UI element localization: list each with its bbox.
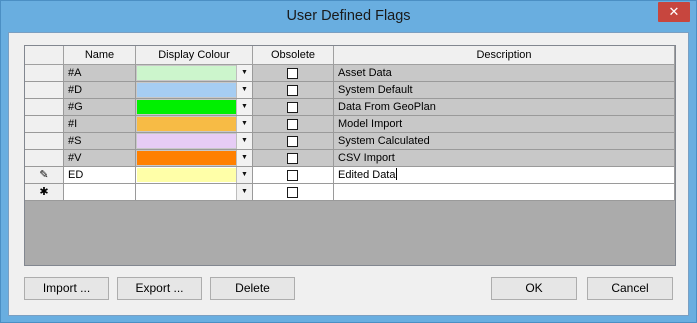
row-header-corner xyxy=(25,46,64,65)
table-row: ✎ ED ▼ Edited Data xyxy=(25,167,675,184)
obsolete-checkbox[interactable] xyxy=(287,187,298,198)
description-text: Asset Data xyxy=(338,67,392,79)
obsolete-cell xyxy=(253,116,334,133)
pencil-icon: ✎ xyxy=(39,169,49,181)
table-row: #A ▼ Asset Data xyxy=(25,65,675,82)
obsolete-checkbox[interactable] xyxy=(287,119,298,130)
description-cell[interactable]: Data From GeoPlan xyxy=(334,99,675,116)
dropdown-arrow-icon[interactable]: ▼ xyxy=(236,99,252,115)
dialog-body: Name Display Colour Obsolete Description… xyxy=(8,32,689,316)
description-text: Edited Data xyxy=(338,169,396,181)
description-text: System Default xyxy=(338,84,413,96)
row-selector[interactable] xyxy=(25,65,64,82)
display-colour-cell[interactable]: ▼ xyxy=(136,116,253,133)
display-colour-cell[interactable]: ▼ xyxy=(136,150,253,167)
close-icon: ✕ xyxy=(668,4,680,19)
window-title: User Defined Flags xyxy=(286,8,411,24)
description-text: System Calculated xyxy=(338,135,430,147)
description-cell[interactable] xyxy=(334,184,675,201)
flags-grid[interactable]: Name Display Colour Obsolete Description… xyxy=(24,45,676,266)
dropdown-arrow-icon[interactable]: ▼ xyxy=(236,133,252,149)
ok-button[interactable]: OK xyxy=(491,277,577,300)
colour-swatch xyxy=(137,117,236,131)
table-row: #G ▼ Data From GeoPlan xyxy=(25,99,675,116)
obsolete-checkbox[interactable] xyxy=(287,153,298,164)
description-cell[interactable]: System Default xyxy=(334,82,675,99)
column-header-name[interactable]: Name xyxy=(64,46,136,65)
description-text: Data From GeoPlan xyxy=(338,101,436,113)
dropdown-arrow-icon[interactable]: ▼ xyxy=(236,82,252,98)
colour-swatch xyxy=(137,100,236,114)
dropdown-arrow-icon[interactable]: ▼ xyxy=(236,65,252,81)
obsolete-cell xyxy=(253,133,334,150)
name-cell[interactable] xyxy=(64,184,136,201)
obsolete-checkbox[interactable] xyxy=(287,170,298,181)
obsolete-cell xyxy=(253,167,334,184)
name-cell[interactable]: #I xyxy=(64,116,136,133)
name-cell[interactable]: ED xyxy=(64,167,136,184)
delete-button[interactable]: Delete xyxy=(210,277,295,300)
colour-swatch xyxy=(137,134,236,148)
display-colour-cell[interactable]: ▼ xyxy=(136,99,253,116)
table-row: #I ▼ Model Import xyxy=(25,116,675,133)
obsolete-checkbox[interactable] xyxy=(287,85,298,96)
description-cell[interactable]: Asset Data xyxy=(334,65,675,82)
name-cell[interactable]: #V xyxy=(64,150,136,167)
obsolete-cell xyxy=(253,82,334,99)
column-header-description[interactable]: Description xyxy=(334,46,675,65)
row-selector[interactable] xyxy=(25,150,64,167)
obsolete-checkbox[interactable] xyxy=(287,68,298,79)
obsolete-cell xyxy=(253,184,334,201)
export-button[interactable]: Export ... xyxy=(117,277,202,300)
name-cell[interactable]: #S xyxy=(64,133,136,150)
obsolete-cell xyxy=(253,99,334,116)
display-colour-cell[interactable]: ▼ xyxy=(136,167,253,184)
table-row: #D ▼ System Default xyxy=(25,82,675,99)
display-colour-cell[interactable]: ▼ xyxy=(136,65,253,82)
obsolete-cell xyxy=(253,65,334,82)
title-bar: User Defined Flags xyxy=(1,1,696,32)
cancel-button[interactable]: Cancel xyxy=(587,277,673,300)
display-colour-cell[interactable]: ▼ xyxy=(136,82,253,99)
dropdown-arrow-icon[interactable]: ▼ xyxy=(236,184,252,200)
obsolete-cell xyxy=(253,150,334,167)
name-cell[interactable]: #A xyxy=(64,65,136,82)
row-selector[interactable] xyxy=(25,133,64,150)
dropdown-arrow-icon[interactable]: ▼ xyxy=(236,116,252,132)
row-selector[interactable] xyxy=(25,116,64,133)
colour-swatch xyxy=(137,168,236,182)
table-row: ✱ ▼ xyxy=(25,184,675,201)
colour-swatch xyxy=(137,66,236,80)
display-colour-cell[interactable]: ▼ xyxy=(136,184,253,201)
import-button[interactable]: Import ... xyxy=(24,277,109,300)
dialog-window: User Defined Flags ✕ Name Display Colour… xyxy=(0,0,697,323)
description-cell[interactable]: CSV Import xyxy=(334,150,675,167)
colour-swatch xyxy=(137,83,236,97)
row-selector[interactable]: ✱ xyxy=(25,184,64,201)
column-header-obsolete[interactable]: Obsolete xyxy=(253,46,334,65)
close-button[interactable]: ✕ xyxy=(658,2,690,22)
dropdown-arrow-icon[interactable]: ▼ xyxy=(236,167,252,183)
dropdown-arrow-icon[interactable]: ▼ xyxy=(236,150,252,166)
name-cell[interactable]: #D xyxy=(64,82,136,99)
new-row-icon: ✱ xyxy=(39,186,49,198)
obsolete-checkbox[interactable] xyxy=(287,102,298,113)
colour-swatch xyxy=(137,151,236,165)
row-selector[interactable] xyxy=(25,82,64,99)
description-cell[interactable]: Edited Data xyxy=(334,167,675,184)
description-text: Model Import xyxy=(338,118,403,130)
text-cursor xyxy=(396,168,398,180)
description-text: CSV Import xyxy=(338,152,395,164)
row-selector[interactable]: ✎ xyxy=(25,167,64,184)
display-colour-cell[interactable]: ▼ xyxy=(136,133,253,150)
obsolete-checkbox[interactable] xyxy=(287,136,298,147)
description-cell[interactable]: Model Import xyxy=(334,116,675,133)
table-row: #V ▼ CSV Import xyxy=(25,150,675,167)
name-cell[interactable]: #G xyxy=(64,99,136,116)
description-cell[interactable]: System Calculated xyxy=(334,133,675,150)
table-row: #S ▼ System Calculated xyxy=(25,133,675,150)
column-header-display-colour[interactable]: Display Colour xyxy=(136,46,253,65)
row-selector[interactable] xyxy=(25,99,64,116)
